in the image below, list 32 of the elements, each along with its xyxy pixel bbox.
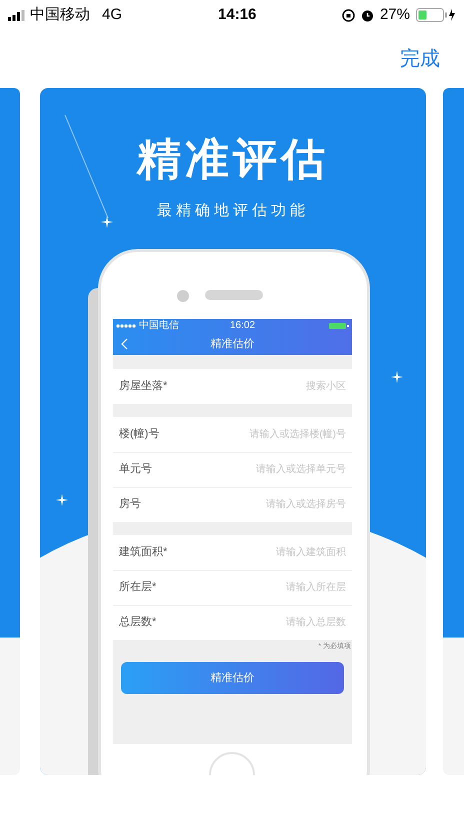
- card-title: 精准评估: [137, 134, 329, 186]
- form-row[interactable]: 房屋坐落* 搜索小区: [113, 368, 352, 404]
- input-field[interactable]: 请输入或选择楼(幢)号: [196, 426, 346, 442]
- field-label: 楼(幢)号: [119, 426, 160, 442]
- clock-time: 14:16: [218, 4, 256, 25]
- field-label: 建筑面积*: [119, 544, 168, 560]
- field-label: 单元号: [119, 462, 152, 478]
- input-field[interactable]: 请输入所在层: [196, 580, 346, 595]
- card-subtitle: 最精确地评估功能: [157, 201, 309, 221]
- input-field[interactable]: 请输入或选择单元号: [196, 462, 346, 477]
- field-label: 房号: [119, 496, 141, 512]
- input-field[interactable]: 请输入总层数: [196, 615, 346, 630]
- field-label: 所在层*: [119, 580, 156, 596]
- clock-time: 16:02: [230, 321, 256, 331]
- screen-title: 精准估价: [210, 336, 254, 352]
- field-label: 总层数*: [119, 615, 156, 630]
- estimate-button[interactable]: 精准估价: [121, 662, 344, 694]
- form-row[interactable]: 所在层* 请输入所在层: [113, 570, 352, 604]
- input-field[interactable]: 请输入或选择房号: [196, 497, 346, 512]
- form-row[interactable]: 建筑面积* 请输入建筑面积: [113, 534, 352, 570]
- carrier-name: 中国电信: [139, 321, 179, 331]
- form-row[interactable]: 房号 请输入或选择房号: [113, 486, 352, 522]
- network-type: 4G: [102, 4, 122, 25]
- carrier-name: 中国移动: [30, 4, 90, 25]
- input-field[interactable]: 搜索小区: [196, 378, 346, 394]
- form-row[interactable]: 楼(幢)号 请输入或选择楼(幢)号: [113, 416, 352, 452]
- input-field[interactable]: 请输入建筑面积: [196, 544, 346, 560]
- field-label: 房屋坐落*: [119, 378, 168, 394]
- form-row[interactable]: 总层数* 请输入总层数: [113, 604, 352, 640]
- form-row[interactable]: 单元号 请输入或选择单元号: [113, 452, 352, 486]
- done-button[interactable]: 完成: [400, 44, 440, 74]
- battery-percent: 27%: [380, 4, 410, 25]
